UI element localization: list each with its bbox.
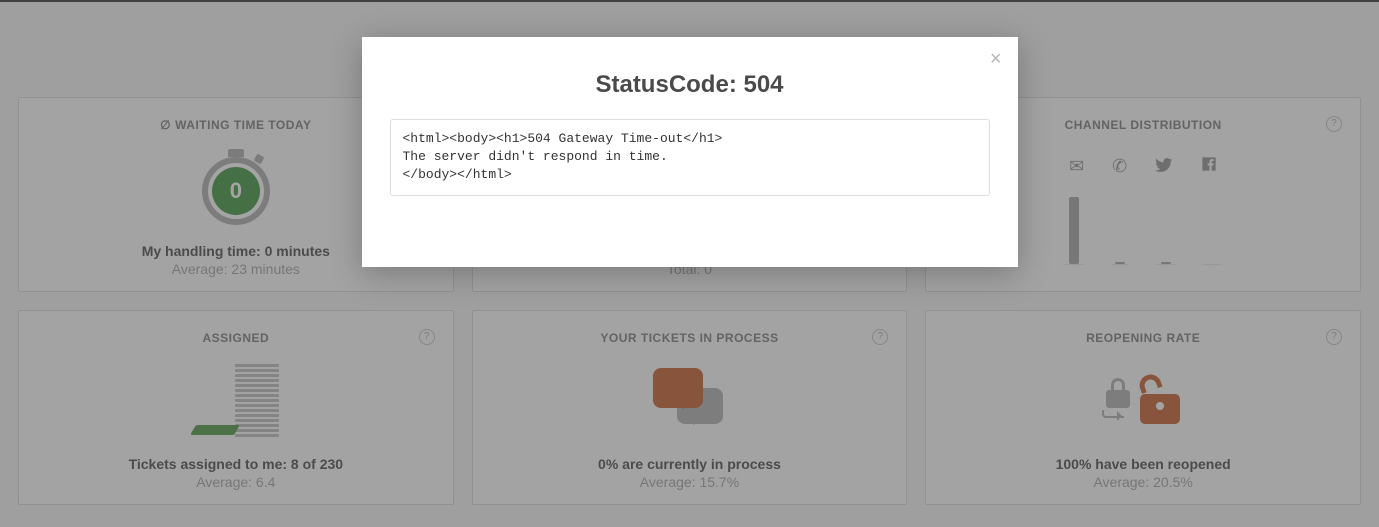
error-modal: × StatusCode: 504 <html><body><h1>504 Ga… [362, 37, 1018, 267]
modal-overlay[interactable]: × StatusCode: 504 <html><body><h1>504 Ga… [0, 0, 1379, 527]
close-icon[interactable]: × [990, 49, 1002, 69]
modal-title: StatusCode: 504 [390, 71, 990, 99]
modal-body: <html><body><h1>504 Gateway Time-out</h1… [390, 119, 990, 196]
